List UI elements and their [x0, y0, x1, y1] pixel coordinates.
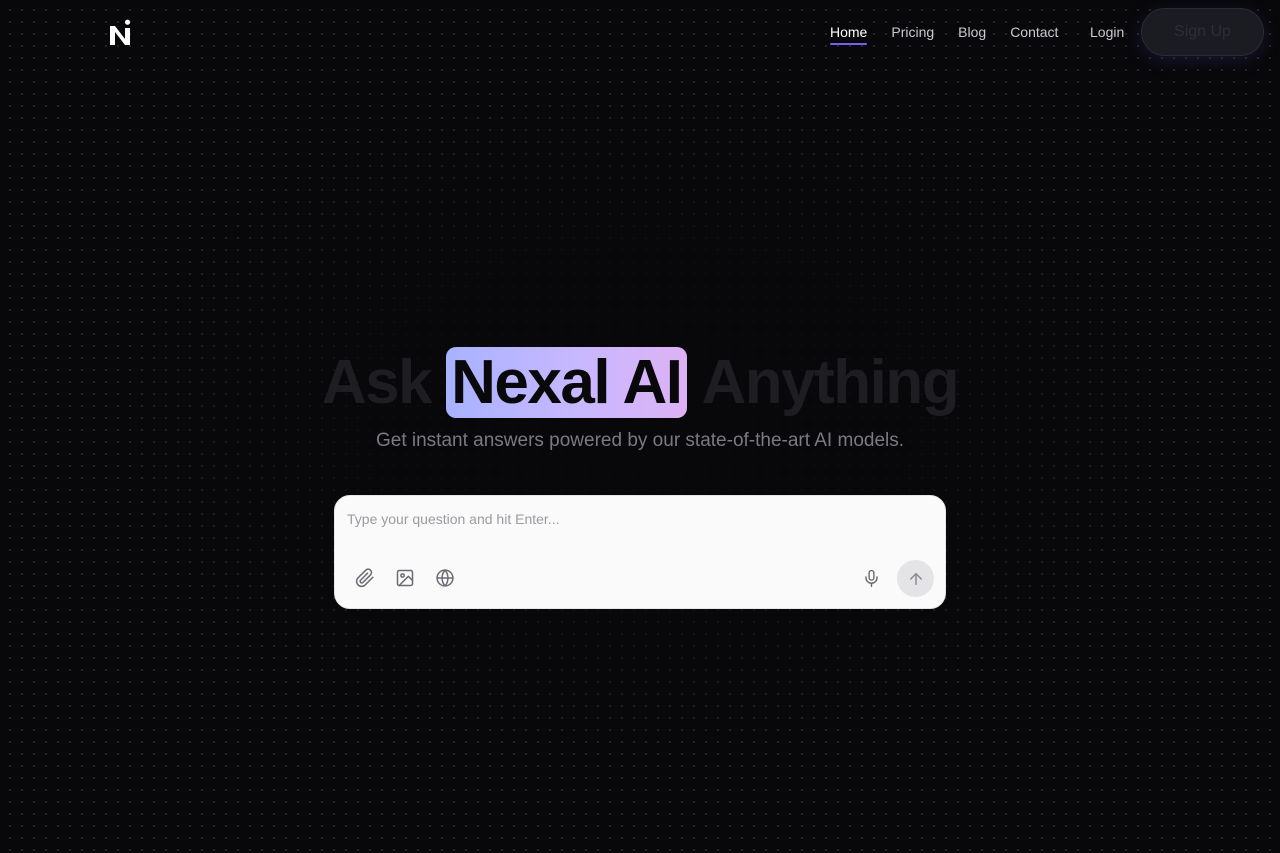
prompt-input[interactable] [347, 508, 933, 530]
background-vignette [0, 0, 1280, 853]
send-button[interactable] [897, 560, 934, 597]
microphone-icon[interactable] [860, 567, 882, 589]
hero-title-before: Ask [321, 347, 433, 417]
nav-blog-link[interactable]: Blog [946, 0, 998, 64]
nav-home-link[interactable]: Home [818, 0, 879, 64]
prompt-card [334, 495, 946, 609]
hero-title-after: Anything [701, 347, 960, 417]
hero-title-highlight: Nexal AI [446, 346, 687, 418]
image-icon[interactable] [394, 567, 416, 589]
site-header: Home Pricing Blog Contact Login Sign Up [0, 0, 1280, 64]
arrow-up-icon [907, 570, 925, 588]
nexal-logo-icon[interactable] [110, 19, 131, 45]
globe-icon[interactable] [434, 567, 456, 589]
hero-title: Ask Nexal AI Anything [0, 346, 1280, 418]
hero-subtitle: Get instant answers powered by our state… [375, 430, 905, 451]
nav-contact-link[interactable]: Contact [998, 0, 1070, 64]
sign-up-button[interactable]: Sign Up [1141, 8, 1264, 56]
paperclip-icon[interactable] [354, 567, 376, 589]
login-link[interactable]: Login [1080, 0, 1134, 64]
main-nav: Home Pricing Blog Contact [818, 0, 1070, 64]
nav-pricing-link[interactable]: Pricing [879, 0, 946, 64]
